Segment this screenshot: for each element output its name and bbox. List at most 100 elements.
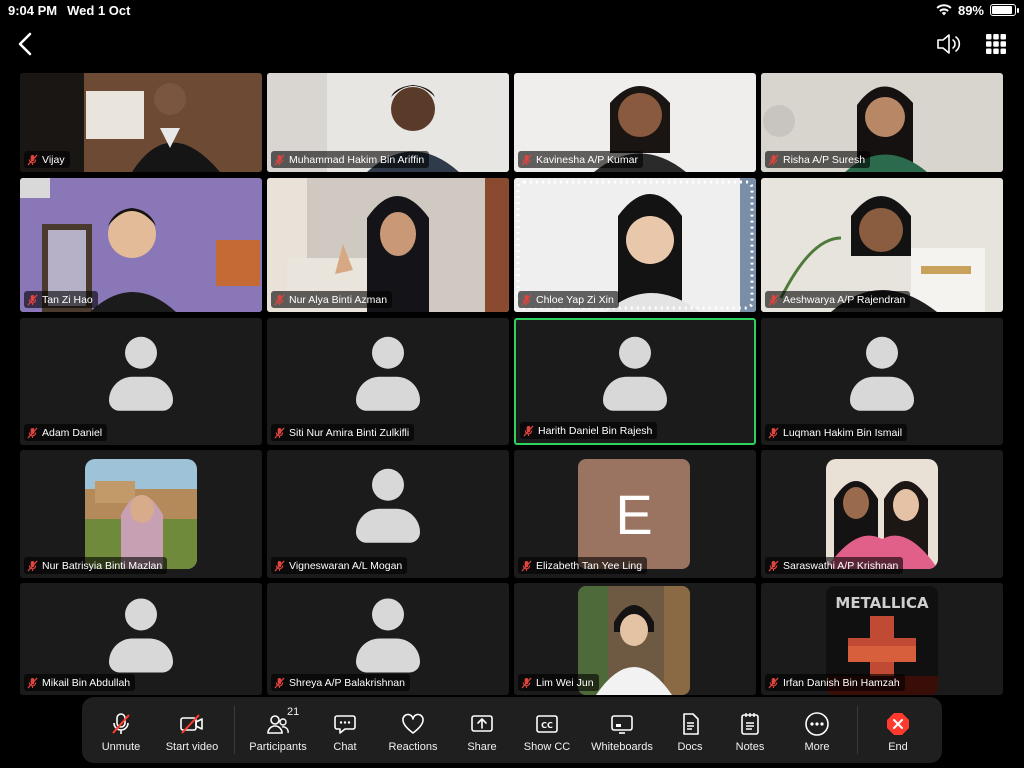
participant-name-tag: Nur Batrisyia Binti Mazlan	[24, 557, 168, 574]
toolbar-divider	[234, 706, 235, 754]
participant-tile[interactable]: Luqman Hakim Bin Ismail	[761, 318, 1003, 445]
grid-view-icon	[986, 34, 1006, 54]
participant-tile[interactable]: Kavinesha A/P Kumar	[514, 73, 756, 172]
participant-name-tag: Aeshwarya A/P Rajendran	[765, 291, 911, 308]
more-icon	[804, 711, 830, 737]
more-button[interactable]: More	[781, 702, 853, 758]
chevron-left-icon	[18, 32, 32, 56]
participant-tile[interactable]: Muhammad Hakim Bin Ariffin	[267, 73, 509, 172]
participant-name-tag: Siti Nur Amira Binti Zulkifli	[271, 424, 415, 441]
heart-icon	[400, 711, 426, 737]
participant-tile[interactable]: Nur Batrisyia Binti Mazlan	[20, 450, 262, 578]
participants-count-badge: 21	[287, 706, 300, 718]
status-bar: 9:04 PM Wed 1 Oct 89%	[0, 0, 1024, 20]
participant-name: Harith Daniel Bin Rajesh	[538, 424, 653, 437]
participant-tile[interactable]: Tan Zi Hao	[20, 178, 262, 312]
end-call-icon	[885, 711, 911, 737]
participants-label: Participants	[249, 741, 307, 753]
mic-muted-icon	[521, 677, 532, 688]
participant-tile[interactable]: METALLICA Irfan Danish Bin Hamzah	[761, 583, 1003, 695]
mic-muted-icon	[768, 294, 779, 305]
notes-icon	[737, 711, 763, 737]
participant-tile[interactable]: Nur Alya Binti Azman	[267, 178, 509, 312]
reactions-button[interactable]: Reactions	[373, 702, 453, 758]
mic-muted-icon	[768, 427, 779, 438]
participant-tile[interactable]: Siti Nur Amira Binti Zulkifli	[267, 318, 509, 445]
chat-button[interactable]: Chat	[317, 702, 373, 758]
toolbar-divider	[857, 706, 858, 754]
mic-muted-icon	[768, 154, 779, 165]
chat-label: Chat	[333, 741, 357, 753]
participant-name: Lim Wei Jun	[536, 676, 594, 689]
participant-name: Shreya A/P Balakrishnan	[289, 676, 405, 689]
participant-tile[interactable]: Adam Daniel	[20, 318, 262, 445]
status-time: 9:04 PM	[8, 2, 58, 18]
meeting-toolbar: Unmute Start video Participants 21 Chat …	[82, 697, 942, 763]
participant-name: Elizabeth Tan Yee Ling	[536, 559, 643, 572]
video-off-icon	[179, 711, 205, 737]
profile-photo	[85, 459, 197, 569]
active-speaker-tile[interactable]: Harith Daniel Bin Rajesh	[514, 318, 756, 445]
share-screen-icon	[469, 711, 495, 737]
whiteboards-button[interactable]: Whiteboards	[583, 702, 661, 758]
mic-muted-icon	[274, 427, 285, 438]
participant-name: Nur Alya Binti Azman	[289, 293, 388, 306]
show-cc-button[interactable]: CC Show CC	[511, 702, 583, 758]
mic-muted-icon	[27, 677, 38, 688]
notes-button[interactable]: Notes	[719, 702, 781, 758]
mic-muted-icon	[768, 677, 779, 688]
participant-name: Siti Nur Amira Binti Zulkifli	[289, 426, 410, 439]
participant-tile[interactable]: Risha A/P Suresh	[761, 73, 1003, 172]
end-meeting-button[interactable]: End	[862, 702, 934, 758]
default-avatar-icon	[356, 336, 420, 414]
start-video-button[interactable]: Start video	[154, 702, 230, 758]
participant-name-tag: Muhammad Hakim Bin Ariffin	[271, 151, 430, 168]
participant-name-tag: Elizabeth Tan Yee Ling	[518, 557, 648, 574]
participant-name: Chloe Yap Zi Xin	[536, 293, 614, 306]
default-avatar-icon	[356, 598, 420, 676]
whiteboard-icon	[609, 711, 635, 737]
participant-name-tag: Mikail Bin Abdullah	[24, 674, 136, 691]
participant-tile[interactable]: Mikail Bin Abdullah	[20, 583, 262, 695]
participant-tile[interactable]: Lim Wei Jun	[514, 583, 756, 695]
default-avatar-icon	[603, 336, 667, 414]
unmute-button[interactable]: Unmute	[88, 702, 154, 758]
participant-tile[interactable]: Vigneswaran A/L Mogan	[267, 450, 509, 578]
participant-name: Luqman Hakim Bin Ismail	[783, 426, 903, 439]
participant-name-tag: Harith Daniel Bin Rajesh	[520, 422, 658, 439]
gallery-view-button[interactable]	[984, 32, 1008, 56]
speaker-button[interactable]	[934, 30, 962, 58]
participant-name: Irfan Danish Bin Hamzah	[783, 676, 900, 689]
participant-name: Kavinesha A/P Kumar	[536, 153, 638, 166]
letter-avatar: E	[578, 459, 690, 569]
mic-muted-icon	[274, 294, 285, 305]
participant-tile[interactable]: Chloe Yap Zi Xin	[514, 178, 756, 312]
participants-button[interactable]: Participants 21	[239, 702, 317, 758]
wifi-icon	[936, 4, 952, 16]
default-avatar-icon	[109, 336, 173, 414]
default-avatar-icon	[356, 468, 420, 547]
share-button[interactable]: Share	[453, 702, 511, 758]
docs-button[interactable]: Docs	[661, 702, 719, 758]
participant-tile[interactable]: Aeshwarya A/P Rajendran	[761, 178, 1003, 312]
chat-icon	[332, 711, 358, 737]
mic-muted-icon	[521, 154, 532, 165]
back-button[interactable]	[14, 30, 38, 58]
battery-icon	[990, 4, 1019, 16]
participant-name-tag: Shreya A/P Balakrishnan	[271, 674, 410, 691]
mic-muted-icon	[108, 711, 134, 737]
participant-name-tag: Vigneswaran A/L Mogan	[271, 557, 408, 574]
share-label: Share	[467, 741, 497, 753]
mic-muted-icon	[521, 294, 532, 305]
participant-name: Adam Daniel	[42, 426, 103, 439]
reactions-label: Reactions	[388, 741, 438, 753]
participant-tile[interactable]: Shreya A/P Balakrishnan	[267, 583, 509, 695]
participant-tile[interactable]: E Elizabeth Tan Yee Ling	[514, 450, 756, 578]
mic-muted-icon	[768, 560, 779, 571]
participant-name: Vijay	[42, 153, 65, 166]
participant-tile[interactable]: Saraswathi A/P Krishnan	[761, 450, 1003, 578]
participant-name-tag: Vijay	[24, 151, 70, 168]
participant-tile[interactable]: Vijay	[20, 73, 262, 172]
participant-name: Aeshwarya A/P Rajendran	[783, 293, 906, 306]
participant-name: Saraswathi A/P Krishnan	[783, 559, 899, 572]
